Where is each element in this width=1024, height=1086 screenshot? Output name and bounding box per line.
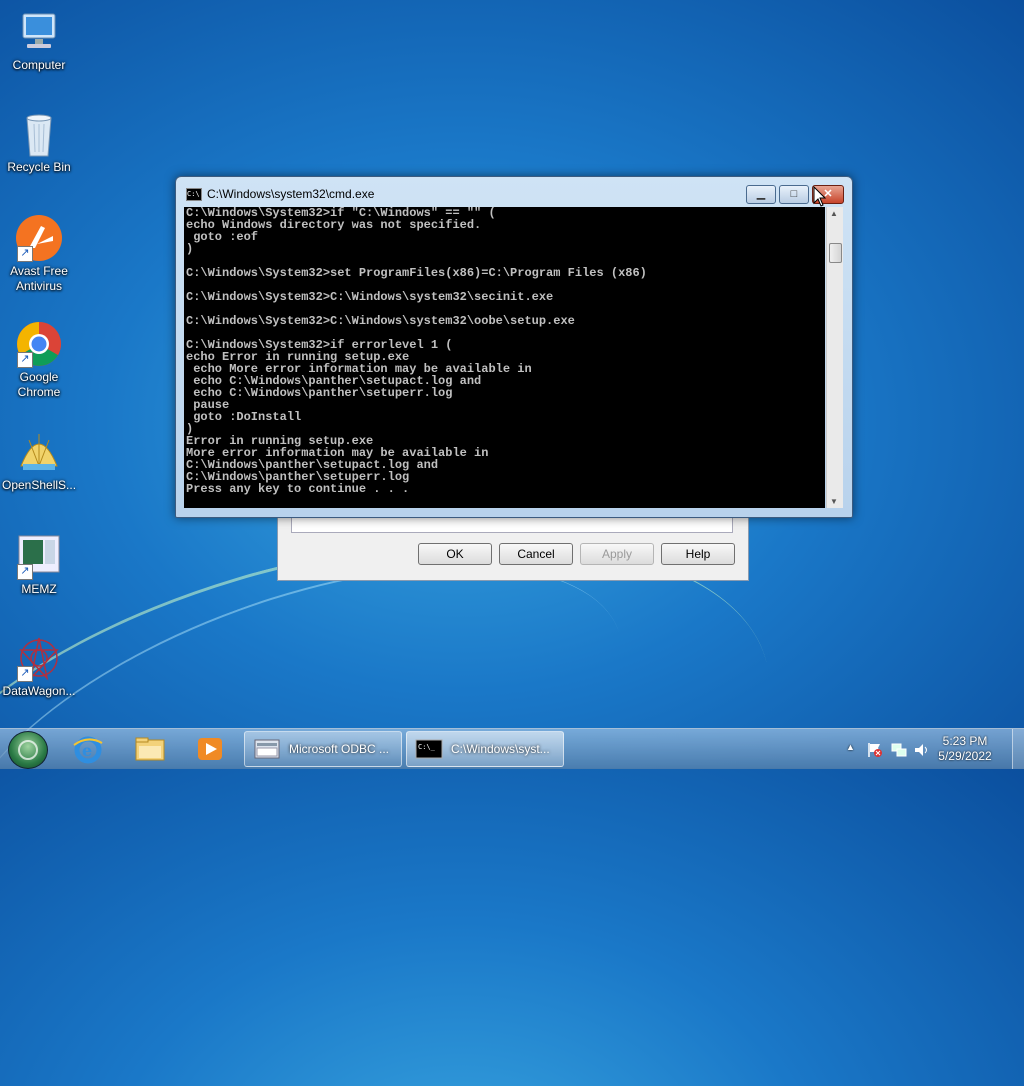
windows-logo-icon	[18, 740, 38, 760]
desktop-icon-label: Avast Free Antivirus	[10, 264, 68, 293]
media-player-icon	[198, 738, 222, 760]
taskbar-clock[interactable]: 5:23 PM 5/29/2022	[930, 734, 1000, 764]
desktop-icon-computer[interactable]: Computer	[2, 8, 76, 73]
desktop-icon-chrome[interactable]: ↗ Google Chrome	[2, 320, 76, 400]
cancel-button[interactable]: Cancel	[499, 543, 573, 565]
task-odbc[interactable]: Microsoft ODBC ...	[244, 731, 402, 767]
openshell-icon	[15, 428, 63, 476]
console-scrollbar[interactable]: ▲ ▼	[826, 207, 843, 508]
ok-button[interactable]: OK	[418, 543, 492, 565]
chrome-icon: ↗	[15, 320, 63, 368]
console-text: C:\Windows\System32>if "C:\Windows" == "…	[186, 207, 647, 496]
desktop-icon-memz[interactable]: ↗ MEMZ	[2, 532, 76, 597]
desktop-icon-recycle-bin[interactable]: Recycle Bin	[2, 110, 76, 175]
desktop-icon-label: Recycle Bin	[7, 160, 71, 174]
media-player-pinned-button[interactable]	[190, 733, 230, 765]
minimize-button[interactable]: ▁	[746, 185, 776, 204]
cmd-titlebar[interactable]: C:\ C:\Windows\system32\cmd.exe	[186, 187, 374, 201]
cmd-title-text: C:\Windows\system32\cmd.exe	[207, 187, 375, 201]
memz-icon: ↗	[15, 532, 63, 580]
apply-button[interactable]: Apply	[580, 543, 654, 565]
internet-explorer-icon: e	[73, 736, 103, 764]
svg-text:e: e	[82, 741, 92, 760]
shortcut-arrow-icon: ↗	[17, 564, 33, 580]
network-icon[interactable]	[890, 741, 908, 759]
task-cmd[interactable]: C:\_ C:\Windows\syst...	[406, 731, 564, 767]
task-label: Microsoft ODBC ...	[289, 742, 390, 756]
desktop-icon-label: Computer	[12, 58, 66, 72]
clock-time: 5:23 PM	[942, 734, 988, 748]
desktop-icon-label: MEMZ	[21, 582, 57, 596]
shortcut-arrow-icon: ↗	[17, 352, 33, 368]
show-desktop-button[interactable]	[1012, 729, 1024, 769]
desktop-icon-avast[interactable]: ↗ Avast Free Antivirus	[2, 214, 76, 294]
cmd-icon: C:\_	[415, 739, 443, 759]
scroll-thumb[interactable]	[829, 243, 842, 263]
desktop-icon-label: Google Chrome	[17, 370, 61, 399]
ie-pinned-button[interactable]: e	[68, 733, 108, 765]
action-center-flag-icon[interactable]	[866, 741, 884, 759]
scroll-up-icon[interactable]: ▲	[830, 209, 838, 218]
cmd-icon: C:\	[186, 187, 202, 201]
shortcut-arrow-icon: ↗	[17, 246, 33, 262]
maximize-button[interactable]: □	[779, 185, 809, 204]
desktop-icon-openshell[interactable]: OpenShellS...	[2, 428, 76, 493]
desktop-icon-datawagon[interactable]: ↗ DataWagon...	[2, 634, 76, 699]
taskbar: e Microsoft ODBC ... C:\_ C:\Windows\sys…	[0, 728, 1024, 769]
desktop-icon-label: OpenShellS...	[2, 478, 77, 492]
avast-icon: ↗	[15, 214, 63, 262]
explorer-pinned-button[interactable]	[130, 733, 170, 765]
svg-text:C:\_: C:\_	[418, 743, 436, 751]
scroll-down-icon[interactable]: ▼	[830, 497, 838, 506]
odbc-icon	[254, 739, 280, 759]
cmd-window: C:\ C:\Windows\system32\cmd.exe ▁ □ ✕ C:…	[175, 176, 853, 518]
help-button[interactable]: Help	[661, 543, 735, 565]
volume-icon[interactable]	[913, 741, 931, 759]
console-output[interactable]: C:\Windows\System32>if "C:\Windows" == "…	[184, 207, 825, 508]
shortcut-arrow-icon: ↗	[17, 666, 33, 682]
show-hidden-icons-button[interactable]: ▲	[846, 742, 855, 752]
mouse-cursor-icon	[813, 186, 827, 207]
start-button[interactable]	[8, 731, 48, 769]
desktop-icon-label: DataWagon...	[2, 684, 76, 698]
folder-icon	[135, 737, 165, 761]
computer-icon	[15, 8, 63, 56]
clock-date: 5/29/2022	[938, 749, 992, 763]
recycle-bin-icon	[15, 110, 63, 158]
datawagon-icon: ↗	[15, 634, 63, 682]
task-label: C:\Windows\syst...	[451, 742, 550, 756]
